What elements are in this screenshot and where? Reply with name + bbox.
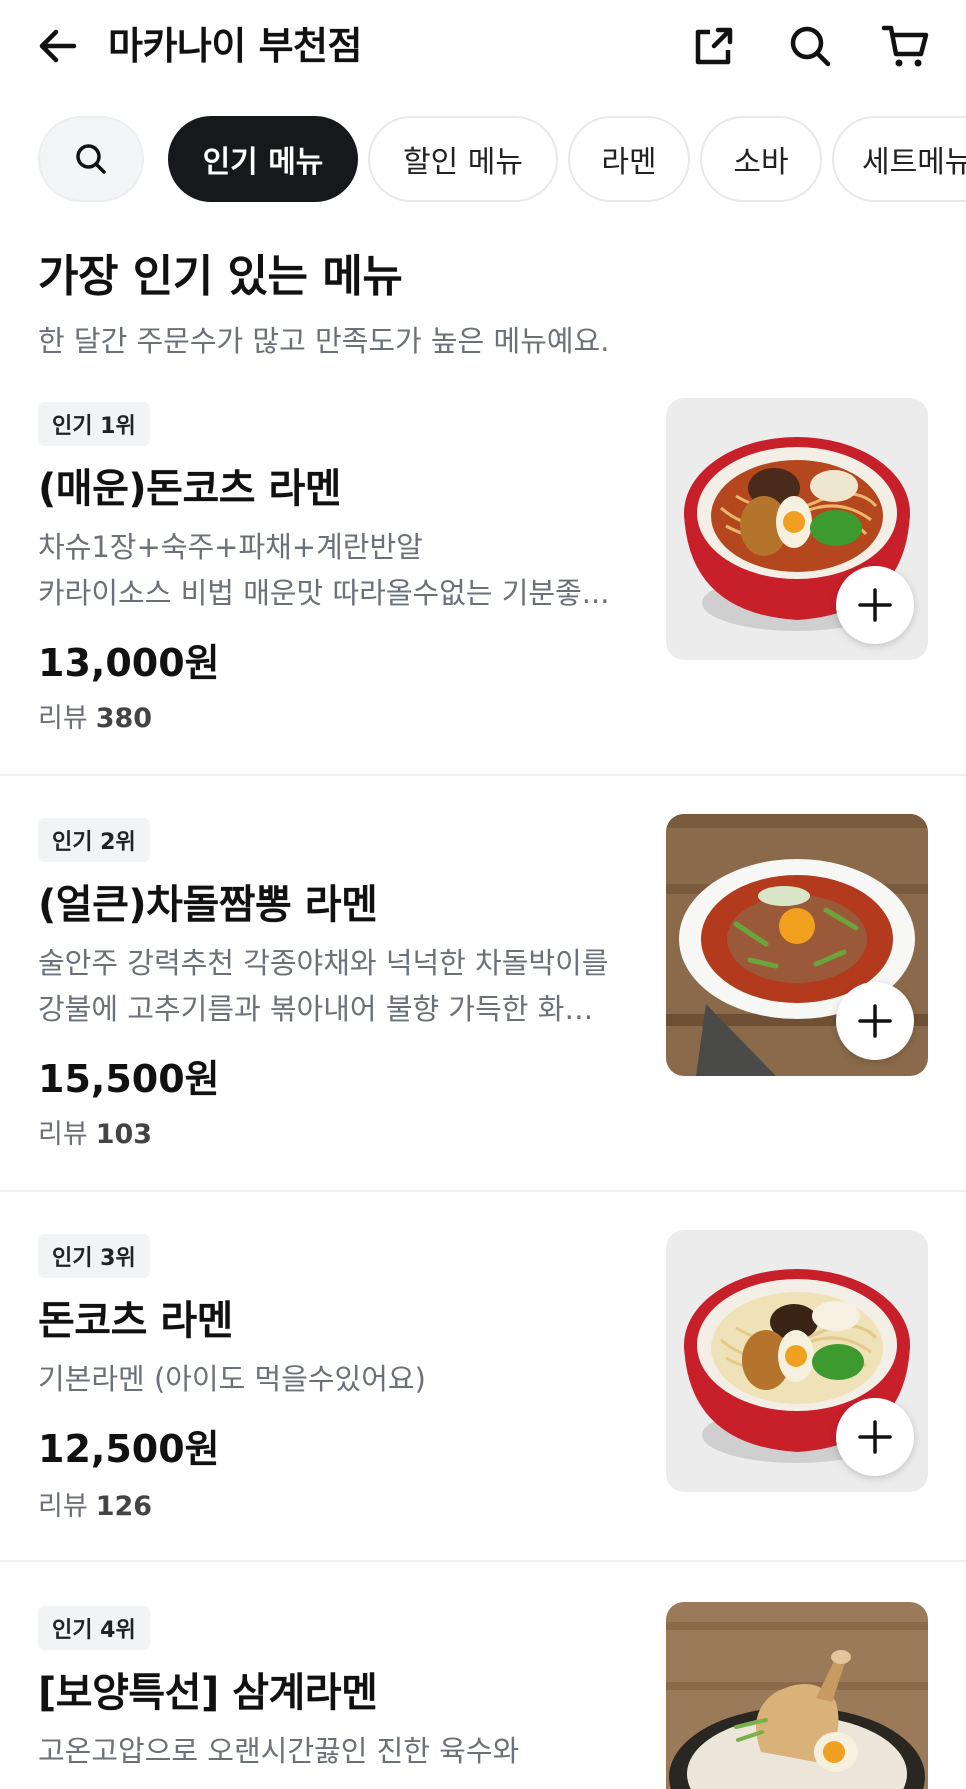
menu-item-reviews: 리뷰 126 [38, 1484, 152, 1523]
menu-item-price: 15,500원 [38, 1057, 220, 1101]
menu-item-name[interactable]: (매운)돈코츠 라멘 [38, 456, 342, 514]
menu-item-price: 12,500원 [38, 1427, 220, 1471]
plus-icon [858, 588, 892, 622]
cart-icon [881, 25, 929, 67]
share-button[interactable] [688, 20, 740, 72]
samgye-ramen-photo [666, 1602, 928, 1789]
store-title: 마카나이 부천점 [108, 24, 362, 68]
category-chips: 인기 메뉴 할인 메뉴 라멘 소바 세트메뉴 [0, 116, 966, 204]
section-subtitle: 한 달간 주문수가 많고 만족도가 높은 메뉴예요. [38, 324, 610, 358]
rank-badge: 인기 4위 [38, 1606, 150, 1650]
chip-popular-menu[interactable]: 인기 메뉴 [168, 116, 358, 202]
divider [0, 774, 966, 776]
menu-item-reviews: 리뷰 380 [38, 696, 152, 735]
add-to-cart-button[interactable] [836, 982, 914, 1060]
menu-item-image[interactable] [666, 398, 928, 660]
review-count: 103 [95, 1119, 153, 1150]
menu-item-price: 13,000원 [38, 641, 220, 685]
header-search-button[interactable] [784, 20, 836, 72]
chip-discount-menu[interactable]: 할인 메뉴 [368, 116, 558, 202]
menu-item-image[interactable] [666, 1230, 928, 1492]
review-label: 리뷰 [38, 1119, 88, 1150]
description-line: 술안주 강력추천 각종야채와 넉넉한 차돌박이를 [38, 946, 609, 980]
description-line: 카라이소스 비법 매운맛 따라올수없는 기분좋... [38, 576, 610, 610]
search-icon [76, 144, 106, 174]
description-line: 차슈1장+숙주+파채+계란반알 [38, 530, 423, 564]
review-count: 380 [95, 703, 153, 734]
divider [0, 1560, 966, 1562]
menu-item-name[interactable]: 돈코츠 라멘 [38, 1288, 233, 1346]
plus-icon [858, 1420, 892, 1454]
rank-badge: 인기 3위 [38, 1234, 150, 1278]
menu-item-description: 고온고압으로 오랜시간끓인 진한 육수와 [38, 1728, 638, 1774]
menu-item-name[interactable]: (얼큰)차돌짬뽕 라멘 [38, 872, 378, 930]
menu-item-description: 차슈1장+숙주+파채+계란반알 카라이소스 비법 매운맛 따라올수없는 기분좋.… [38, 524, 638, 616]
share-icon [695, 27, 733, 65]
menu-item-reviews: 리뷰 103 [38, 1112, 152, 1151]
review-count: 126 [95, 1491, 153, 1522]
rank-badge: 인기 2위 [38, 818, 150, 862]
cart-button[interactable] [880, 20, 932, 72]
back-button[interactable] [34, 22, 82, 70]
chip-soba[interactable]: 소바 [700, 116, 822, 202]
app-header: 마카나이 부천점 [0, 0, 966, 96]
menu-item-image[interactable] [666, 1602, 928, 1789]
description-line: 강불에 고추기름과 볶아내어 불향 가득한 화… [38, 992, 594, 1026]
description-line: 고온고압으로 오랜시간끓인 진한 육수와 [38, 1734, 520, 1768]
menu-item-image[interactable] [666, 814, 928, 1076]
description-line: 기본라멘 (아이도 먹을수있어요) [38, 1362, 426, 1396]
review-label: 리뷰 [38, 1491, 88, 1522]
chip-ramen[interactable]: 라멘 [568, 116, 690, 202]
menu-item-name[interactable]: [보양특선] 삼계라멘 [38, 1660, 378, 1718]
section-title: 가장 인기 있는 메뉴 [38, 251, 403, 302]
plus-icon [858, 1004, 892, 1038]
add-to-cart-button[interactable] [836, 566, 914, 644]
menu-item-description: 기본라멘 (아이도 먹을수있어요) [38, 1356, 638, 1402]
divider [0, 1190, 966, 1192]
chip-set-menu[interactable]: 세트메뉴 [832, 116, 966, 202]
add-to-cart-button[interactable] [836, 1398, 914, 1476]
review-label: 리뷰 [38, 703, 88, 734]
chip-search-button[interactable] [38, 116, 144, 202]
arrow-left-icon [39, 29, 77, 63]
rank-badge: 인기 1위 [38, 402, 150, 446]
menu-item-description: 술안주 강력추천 각종야채와 넉넉한 차돌박이를 강불에 고추기름과 볶아내어 … [38, 940, 638, 1032]
search-icon [790, 26, 831, 67]
